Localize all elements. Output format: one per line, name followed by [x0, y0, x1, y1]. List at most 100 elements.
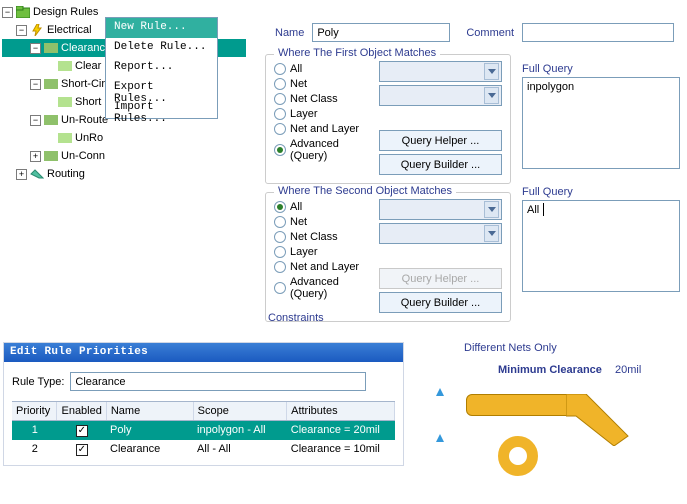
tree-electrical-label: Electrical	[47, 24, 92, 36]
tree-collapse-icon[interactable]: −	[30, 43, 41, 54]
tree-unroute-item[interactable]: UnRo	[2, 129, 246, 147]
second-object-fieldset: Where The Second Object Matches All Net …	[265, 192, 511, 322]
query-builder-button-1[interactable]: Query Builder ...	[379, 154, 502, 175]
window-title: Edit Rule Priorities	[4, 343, 403, 362]
full-query-label: Full Query	[522, 63, 680, 75]
query-helper-button-2: Query Helper ...	[379, 268, 502, 289]
comment-input[interactable]	[522, 23, 674, 42]
radio-icon	[274, 216, 286, 228]
tree-collapse-icon[interactable]: −	[2, 7, 13, 18]
clearance-diagram: Different Nets Only Minimum Clearance 20…	[430, 342, 685, 492]
arrow-up-icon	[436, 434, 444, 442]
checkbox-checked-icon[interactable]	[76, 444, 88, 456]
tree-expand-icon[interactable]: +	[16, 169, 27, 180]
full-query-1: Full Query inpolygon	[522, 63, 680, 169]
diagram-different-nets: Different Nets Only	[464, 342, 557, 354]
radio-advanced-2[interactable]: Advanced (Query)	[274, 276, 379, 300]
diagram-clearance-value: 20mil	[615, 364, 641, 376]
radio-icon	[274, 246, 286, 258]
edit-rule-priorities-window: Edit Rule Priorities Rule Type: Priority…	[3, 342, 404, 466]
net-dropdown-2[interactable]	[379, 199, 502, 220]
radio-netlayer-2[interactable]: Net and Layer	[274, 261, 379, 273]
chevron-down-icon	[484, 63, 499, 80]
context-menu: New Rule... Delete Rule... Report... Exp…	[105, 17, 218, 119]
net-dropdown-1[interactable]	[379, 61, 502, 82]
second-object-legend: Where The Second Object Matches	[274, 185, 456, 197]
ruletype-input[interactable]	[70, 372, 366, 391]
radio-all-2[interactable]: All	[274, 201, 379, 213]
first-object-fieldset: Where The First Object Matches All Net N…	[265, 54, 511, 184]
radio-netlayer-1[interactable]: Net and Layer	[274, 123, 379, 135]
netclass-dropdown-2[interactable]	[379, 223, 502, 244]
chevron-down-icon	[484, 201, 499, 218]
tree-short-item-label: Short	[75, 96, 101, 108]
tree-routing-label: Routing	[47, 168, 85, 180]
rule-icon	[58, 131, 72, 145]
unroute-icon	[44, 113, 58, 127]
ctx-new-rule[interactable]: New Rule...	[106, 18, 217, 38]
radio-checked-icon	[274, 144, 286, 156]
tree-collapse-icon[interactable]: −	[30, 79, 41, 90]
full-query-box-1[interactable]: inpolygon	[522, 77, 680, 169]
arrow-up-icon	[436, 388, 444, 396]
radio-netclass-1[interactable]: Net Class	[274, 93, 379, 105]
radio-icon	[274, 231, 286, 243]
netclass-dropdown-1[interactable]	[379, 85, 502, 106]
rule-icon	[58, 59, 72, 73]
table-row[interactable]: 1 Poly inpolygon - All Clearance = 20mil	[12, 421, 395, 440]
full-query-label: Full Query	[522, 186, 680, 198]
clearance-icon	[44, 41, 58, 55]
table-row[interactable]: 2 Clearance All - All Clearance = 10mil	[12, 440, 395, 459]
tree-root-label: Design Rules	[33, 6, 98, 18]
col-scope[interactable]: Scope	[194, 402, 287, 420]
checkbox-checked-icon[interactable]	[76, 425, 88, 437]
radio-net-2[interactable]: Net	[274, 216, 379, 228]
name-input[interactable]	[312, 23, 450, 42]
radio-icon	[274, 78, 286, 90]
rule-icon	[58, 95, 72, 109]
unconn-icon	[44, 149, 58, 163]
electrical-icon	[30, 23, 44, 37]
priorities-table: Priority Enabled Name Scope Attributes 1…	[12, 401, 395, 459]
col-priority[interactable]: Priority	[12, 402, 57, 420]
constraints-label: Constraints	[268, 312, 324, 324]
ruletype-label: Rule Type:	[12, 376, 64, 388]
radio-advanced-1[interactable]: Advanced (Query)	[274, 138, 379, 162]
comment-label: Comment	[466, 27, 514, 39]
tree-clearance-group-label: Clearance	[61, 42, 111, 54]
table-header: Priority Enabled Name Scope Attributes	[12, 401, 395, 421]
radio-icon	[274, 63, 286, 75]
ctx-delete-rule[interactable]: Delete Rule...	[106, 38, 217, 58]
radio-netclass-2[interactable]: Net Class	[274, 231, 379, 243]
radio-layer-1[interactable]: Layer	[274, 108, 379, 120]
short-icon	[44, 77, 58, 91]
tree-unconn-label: Un-Conn	[61, 150, 105, 162]
ctx-report[interactable]: Report...	[106, 58, 217, 78]
rules-icon	[16, 5, 30, 19]
query-helper-button-1[interactable]: Query Helper ...	[379, 130, 502, 151]
tree-expand-icon[interactable]: +	[30, 151, 41, 162]
tree-unconn[interactable]: + Un-Conn	[2, 147, 246, 165]
tree-short-label: Short-Circ	[61, 78, 111, 90]
col-name[interactable]: Name	[107, 402, 194, 420]
diagram-min-clearance: Minimum Clearance	[498, 364, 602, 376]
tree-collapse-icon[interactable]: −	[30, 115, 41, 126]
query-builder-button-2[interactable]: Query Builder ...	[379, 292, 502, 313]
radio-icon	[274, 123, 286, 135]
pad-ring-icon	[498, 436, 538, 476]
col-enabled[interactable]: Enabled	[57, 402, 106, 420]
col-attributes[interactable]: Attributes	[287, 402, 395, 420]
tree-collapse-icon[interactable]: −	[16, 25, 27, 36]
radio-icon	[274, 108, 286, 120]
radio-net-1[interactable]: Net	[274, 78, 379, 90]
radio-icon	[274, 282, 286, 294]
text-caret-icon	[543, 203, 544, 216]
polygon-track-icon	[466, 384, 636, 424]
full-query-box-2[interactable]: All	[522, 200, 680, 292]
radio-layer-2[interactable]: Layer	[274, 246, 379, 258]
chevron-down-icon	[484, 225, 499, 242]
tree-routing[interactable]: + Routing	[2, 165, 246, 183]
radio-all-1[interactable]: All	[274, 63, 379, 75]
routing-icon	[30, 167, 44, 181]
ctx-export-rules[interactable]: Export Rules...	[106, 78, 217, 98]
